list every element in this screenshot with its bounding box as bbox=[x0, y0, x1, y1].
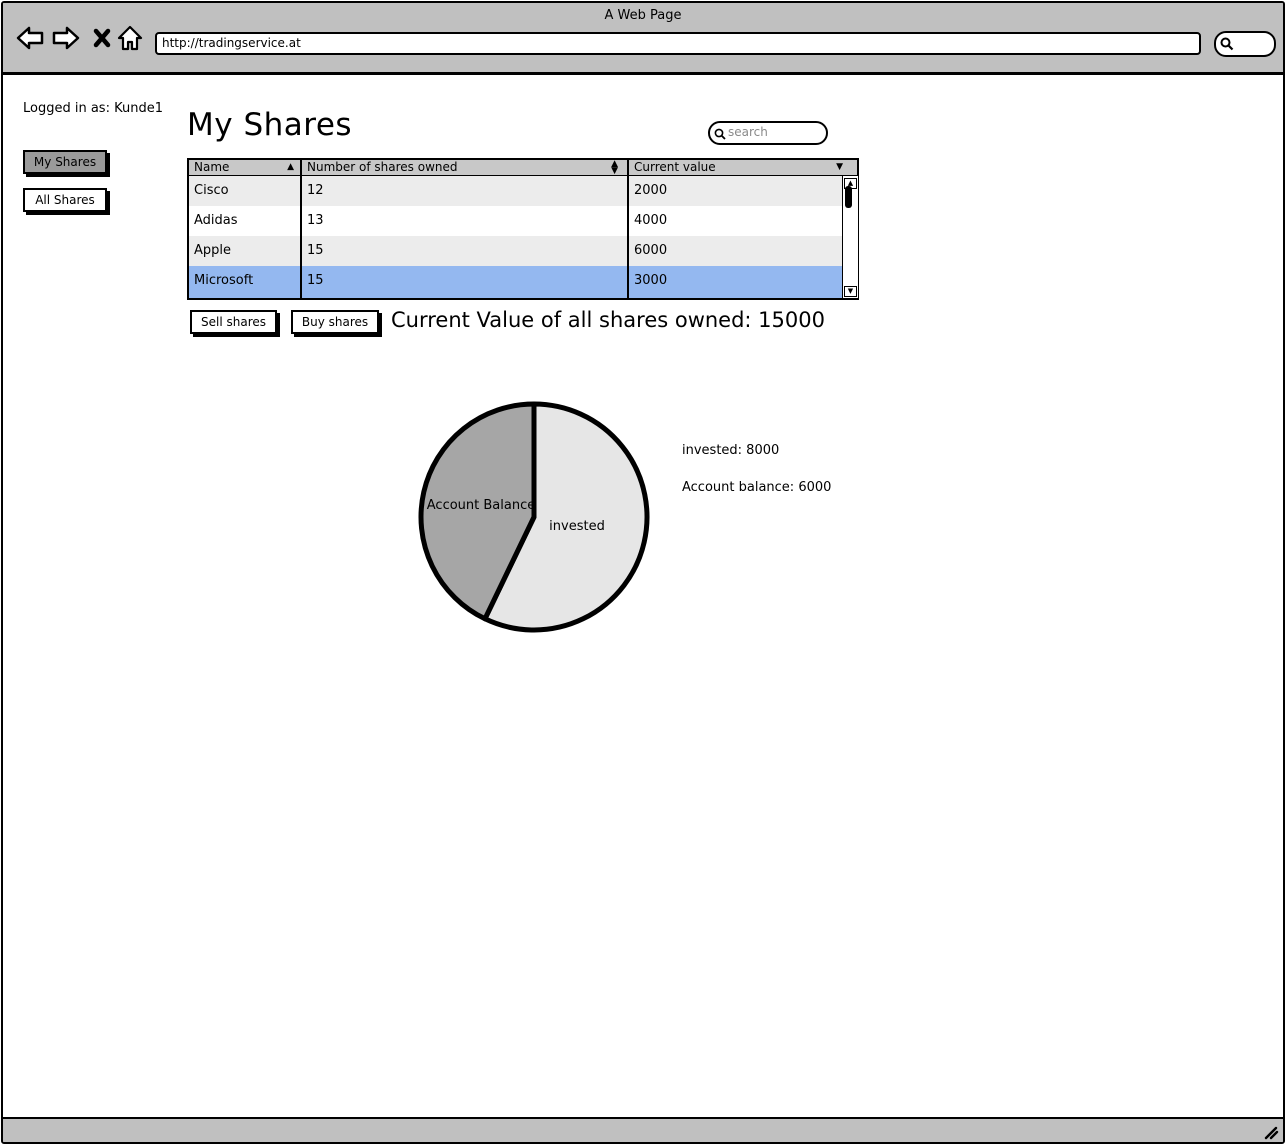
address-bar[interactable]: http://tradingservice.at bbox=[155, 32, 1201, 55]
cell-shares: 12 bbox=[307, 183, 324, 198]
cell-value: 3000 bbox=[634, 273, 668, 288]
cell-shares: 13 bbox=[307, 213, 324, 228]
sidebar-item-all-shares[interactable]: All Shares bbox=[23, 188, 107, 212]
close-icon[interactable] bbox=[87, 23, 117, 53]
cell-shares: 15 bbox=[307, 273, 324, 288]
resize-grip-icon[interactable] bbox=[1263, 1124, 1279, 1140]
logged-in-label: Logged in as: Kunde1 bbox=[23, 101, 163, 116]
browser-toolbar: A Web Page http://tradingservice.at bbox=[3, 3, 1283, 75]
legend-account-balance: Account balance: 6000 bbox=[682, 480, 832, 495]
pie-label-account-balance: Account Balance bbox=[427, 498, 535, 513]
cell-value: 6000 bbox=[634, 243, 668, 258]
cell-value: 4000 bbox=[634, 213, 668, 228]
cell-name: Adidas bbox=[194, 213, 238, 228]
column-header-shares[interactable]: Number of shares owned ▲ ▼ bbox=[302, 159, 622, 176]
total-value-label: Current Value of all shares owned: 15000 bbox=[391, 308, 825, 332]
search-input[interactable] bbox=[728, 124, 818, 140]
shares-table: Name ▲ Number of shares owned ▲ ▼ Current… bbox=[187, 158, 859, 300]
back-arrow-icon[interactable] bbox=[15, 23, 45, 53]
sidebar-item-my-shares[interactable]: My Shares bbox=[23, 150, 107, 174]
portfolio-pie-chart: invested Account Balance bbox=[418, 401, 650, 633]
table-row[interactable]: Adidas 13 4000 bbox=[189, 206, 842, 236]
column-header-label: Current value bbox=[634, 160, 716, 174]
browser-window: A Web Page http://tradingservice.at Logg… bbox=[1, 1, 1285, 1144]
search-icon bbox=[714, 128, 726, 140]
column-divider bbox=[627, 160, 629, 298]
column-header-label: Name bbox=[194, 160, 230, 174]
cell-name: Apple bbox=[194, 243, 232, 258]
table-scrollbar[interactable]: ▲ ▼ bbox=[842, 176, 858, 298]
table-header: Name ▲ Number of shares owned ▲ ▼ Current… bbox=[189, 160, 857, 176]
pie-label-invested: invested bbox=[549, 519, 605, 534]
cell-shares: 15 bbox=[307, 243, 324, 258]
window-title: A Web Page bbox=[604, 8, 682, 23]
browser-search-field[interactable] bbox=[1214, 31, 1276, 57]
sort-descending-icon: ▼ bbox=[836, 162, 843, 172]
cell-name: Microsoft bbox=[194, 273, 254, 288]
search-field[interactable] bbox=[708, 121, 828, 145]
sort-ascending-icon: ▲ bbox=[287, 162, 294, 172]
sort-both-icon: ▲ ▼ bbox=[611, 159, 618, 176]
home-icon[interactable] bbox=[115, 23, 145, 53]
scroll-thumb[interactable] bbox=[845, 186, 852, 208]
table-row[interactable]: Cisco 12 2000 bbox=[189, 176, 842, 206]
column-divider bbox=[300, 160, 302, 298]
table-row[interactable]: Apple 15 6000 bbox=[189, 236, 842, 266]
column-header-name[interactable]: Name ▲ bbox=[189, 160, 298, 175]
search-icon bbox=[1220, 37, 1234, 51]
cell-name: Cisco bbox=[194, 183, 229, 198]
column-header-label: Number of shares owned bbox=[307, 160, 458, 174]
sell-shares-button[interactable]: Sell shares bbox=[190, 310, 277, 334]
legend-invested: invested: 8000 bbox=[682, 443, 780, 458]
forward-arrow-icon[interactable] bbox=[51, 23, 81, 53]
page-title: My Shares bbox=[187, 107, 353, 143]
cell-value: 2000 bbox=[634, 183, 668, 198]
table-row-selected[interactable]: Microsoft 15 3000 bbox=[189, 266, 842, 298]
status-bar bbox=[3, 1117, 1283, 1142]
buy-shares-button[interactable]: Buy shares bbox=[291, 310, 379, 334]
scroll-down-icon[interactable]: ▼ bbox=[844, 286, 857, 297]
url-text: http://tradingservice.at bbox=[162, 36, 301, 50]
column-header-value[interactable]: Current value ▼ bbox=[629, 160, 847, 175]
